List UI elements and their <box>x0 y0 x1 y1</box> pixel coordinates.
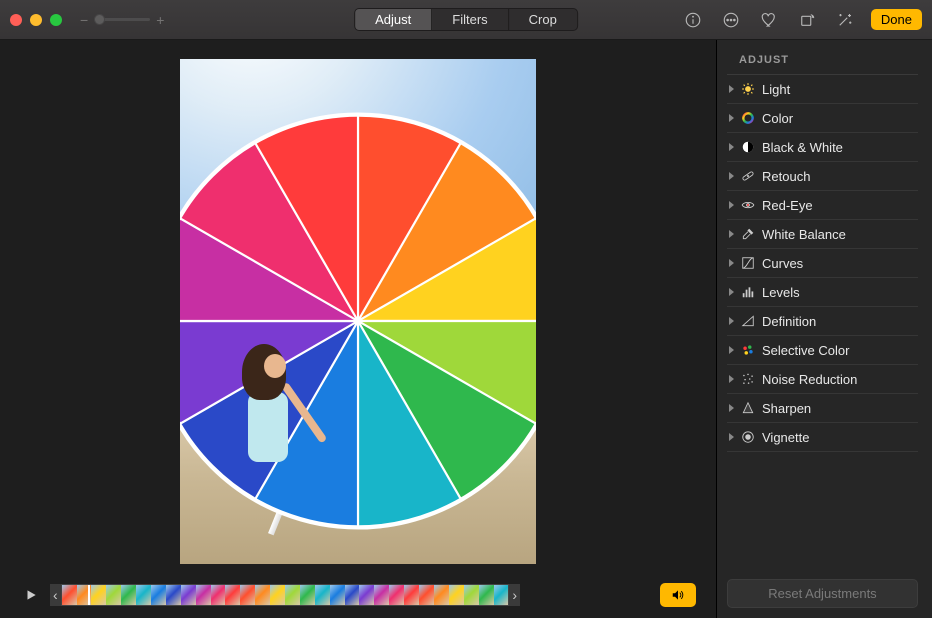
adj-item-white-balance[interactable]: White Balance <box>727 220 918 249</box>
disclosure-triangle-icon[interactable] <box>729 375 734 383</box>
tab-crop[interactable]: Crop <box>509 9 577 30</box>
fullscreen-window-button[interactable] <box>50 14 62 26</box>
palette-icon <box>740 342 756 358</box>
levels-icon <box>740 284 756 300</box>
video-timeline: ‹ › <box>0 582 716 618</box>
disclosure-triangle-icon[interactable] <box>729 230 734 238</box>
vignette-icon <box>740 429 756 445</box>
adj-item-black-white[interactable]: Black & White <box>727 133 918 162</box>
playhead[interactable] <box>88 584 90 606</box>
disclosure-triangle-icon[interactable] <box>729 346 734 354</box>
adj-item-label: White Balance <box>762 227 846 242</box>
adj-item-label: Vignette <box>762 430 809 445</box>
photo-content <box>180 106 536 536</box>
tab-filters[interactable]: Filters <box>432 9 508 30</box>
zoom-thumb[interactable] <box>94 14 105 25</box>
adj-item-curves[interactable]: Curves <box>727 249 918 278</box>
photo-preview[interactable] <box>180 59 536 564</box>
adj-item-label: Retouch <box>762 169 810 184</box>
play-button[interactable] <box>20 586 42 604</box>
adj-item-color[interactable]: Color <box>727 104 918 133</box>
minimize-window-button[interactable] <box>30 14 42 26</box>
disclosure-triangle-icon[interactable] <box>729 288 734 296</box>
sharpen-icon <box>740 400 756 416</box>
disclosure-triangle-icon[interactable] <box>729 85 734 93</box>
disclosure-triangle-icon[interactable] <box>729 114 734 122</box>
zoom-track[interactable] <box>94 18 150 21</box>
zoom-slider[interactable]: − + <box>80 12 164 28</box>
disclosure-triangle-icon[interactable] <box>729 143 734 151</box>
info-button[interactable] <box>681 8 705 32</box>
adj-item-levels[interactable]: Levels <box>727 278 918 307</box>
disclosure-triangle-icon[interactable] <box>729 404 734 412</box>
color-ring-icon <box>740 110 756 126</box>
window-controls <box>10 14 62 26</box>
adj-item-selective-color[interactable]: Selective Color <box>727 336 918 365</box>
more-button[interactable] <box>719 8 743 32</box>
timeline-scrubber[interactable] <box>61 584 510 606</box>
noise-icon <box>740 371 756 387</box>
triangle-icon <box>740 313 756 329</box>
bw-circle-icon <box>740 139 756 155</box>
adj-item-label: Levels <box>762 285 800 300</box>
adj-item-retouch[interactable]: Retouch <box>727 162 918 191</box>
adj-item-label: Light <box>762 82 790 97</box>
favorite-button[interactable] <box>757 8 781 32</box>
disclosure-triangle-icon[interactable] <box>729 433 734 441</box>
zoom-in-icon: + <box>156 12 164 28</box>
close-window-button[interactable] <box>10 14 22 26</box>
done-button[interactable]: Done <box>871 9 922 30</box>
adj-item-noise-reduction[interactable]: Noise Reduction <box>727 365 918 394</box>
adjust-sidebar: ADJUST Light Color Black & White Retouch Red… <box>716 40 932 618</box>
disclosure-triangle-icon[interactable] <box>729 201 734 209</box>
disclosure-triangle-icon[interactable] <box>729 317 734 325</box>
auto-enhance-button[interactable] <box>833 8 857 32</box>
adj-item-definition[interactable]: Definition <box>727 307 918 336</box>
adj-item-light[interactable]: Light <box>727 75 918 104</box>
curves-icon <box>740 255 756 271</box>
eye-icon <box>740 197 756 213</box>
disclosure-triangle-icon[interactable] <box>729 172 734 180</box>
bandage-icon <box>740 168 756 184</box>
toolbar-right: Done <box>681 8 922 32</box>
adj-item-label: Definition <box>762 314 816 329</box>
dropper-icon <box>740 226 756 242</box>
adj-item-label: Sharpen <box>762 401 811 416</box>
adj-item-label: Black & White <box>762 140 843 155</box>
audio-toggle-button[interactable] <box>660 583 696 607</box>
tab-adjust[interactable]: Adjust <box>355 9 432 30</box>
trim-end-handle[interactable]: › <box>509 584 520 606</box>
disclosure-triangle-icon[interactable] <box>729 259 734 267</box>
zoom-out-icon: − <box>80 12 88 28</box>
edit-mode-tabs: Adjust Filters Crop <box>354 8 578 31</box>
panel-title: ADJUST <box>727 54 918 75</box>
editor-canvas: ‹ › <box>0 40 716 618</box>
reset-adjustments-button[interactable]: Reset Adjustments <box>727 579 918 608</box>
adj-item-red-eye[interactable]: Red-Eye <box>727 191 918 220</box>
trim-start-handle[interactable]: ‹ <box>50 584 61 606</box>
adj-item-sharpen[interactable]: Sharpen <box>727 394 918 423</box>
adj-item-label: Red-Eye <box>762 198 813 213</box>
rotate-button[interactable] <box>795 8 819 32</box>
sun-icon <box>740 81 756 97</box>
adj-item-label: Color <box>762 111 793 126</box>
adj-item-label: Noise Reduction <box>762 372 857 387</box>
titlebar: − + Adjust Filters Crop Done <box>0 0 932 40</box>
adj-item-label: Selective Color <box>762 343 849 358</box>
adj-item-label: Curves <box>762 256 803 271</box>
adj-item-vignette[interactable]: Vignette <box>727 423 918 452</box>
